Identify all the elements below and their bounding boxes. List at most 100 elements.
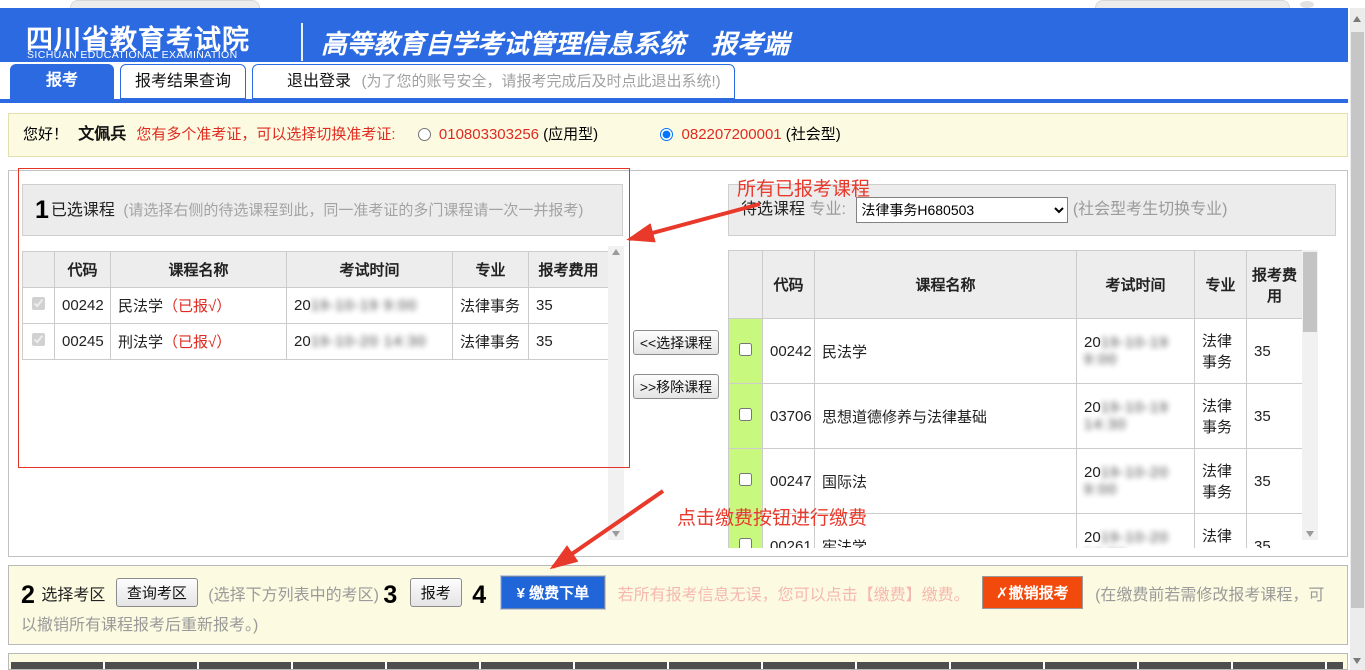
step2-number: 2 — [21, 581, 35, 609]
ticket-option-2: 082207200001 (社会型) — [660, 126, 840, 143]
exam-time: 2019-10-20 14:30 — [1077, 514, 1195, 549]
course-fee: 35 — [1247, 514, 1303, 549]
scroll-down-icon[interactable] — [1353, 658, 1361, 664]
remove-course-button[interactable]: >>移除课程 — [633, 374, 719, 399]
selected-courses-header: 1已选课程 (请选择右侧的待选课程到此，同一准考证的多门课程请一次一并报考) — [22, 184, 623, 236]
course-fee: 35 — [529, 288, 609, 324]
course-fee: 35 — [1247, 449, 1303, 514]
system-title: 高等教育自学考试管理信息系统 报考端 — [321, 24, 789, 61]
major-select[interactable]: 法律事务H680503 — [856, 197, 1068, 223]
redacted-time: 19-10-20 14:30 — [311, 333, 427, 350]
header-divider — [301, 23, 303, 61]
row-checkbox[interactable] — [739, 473, 752, 486]
course-major: 法律事务 — [1195, 449, 1247, 514]
table-row: 00242 民法学（已报√） 2019-10-19 9:00 法律事务 35 — [23, 288, 609, 324]
exam-time: 2019-10-19 14:30 — [1077, 384, 1195, 449]
row-checkbox[interactable] — [32, 333, 45, 346]
step4-number: 4 — [472, 581, 486, 609]
row-checkbox[interactable] — [739, 538, 752, 549]
pay-order-button[interactable]: ¥ 缴费下单 — [501, 576, 606, 609]
ticket1-type: (应用型) — [543, 126, 598, 143]
major-column-header: 专业 — [453, 252, 529, 288]
ticket1-number: 010803303256 — [439, 126, 539, 143]
tab-apply[interactable]: 报考 — [10, 64, 114, 99]
exam-time: 2019-10-20 14:30 — [287, 324, 453, 360]
course-code: 00242 — [55, 288, 111, 324]
course-code: 00245 — [55, 324, 111, 360]
course-name: 民法学 — [815, 319, 1077, 384]
selected-courses-title: 已选课程 — [51, 202, 115, 219]
ticket1-radio[interactable] — [418, 128, 431, 141]
exam-area-table-header-clipped — [11, 662, 1343, 670]
redacted-time: 19-10-19 9:00 — [311, 297, 417, 314]
course-code: 03706 — [763, 384, 815, 449]
greeting-text: 您好！ — [23, 126, 68, 143]
scroll-up-icon[interactable] — [1353, 16, 1361, 22]
scrollbar-thumb[interactable] — [1351, 32, 1364, 608]
code-column-header: 代码 — [55, 252, 111, 288]
app-header: 四川省教育考试院 SICHUAN EDUCATIONAL EXAMINATION… — [0, 8, 1348, 62]
tabbar-underline — [0, 99, 1348, 103]
scroll-up-icon[interactable] — [612, 249, 620, 255]
course-major: 法律事务 — [1195, 384, 1247, 449]
exam-time: 2019-10-19 9:00 — [287, 288, 453, 324]
time-column-header: 考试时间 — [1077, 251, 1195, 319]
annotation-pay-hint: 点击缴费按钮进行缴费 — [677, 503, 867, 530]
notice-bar: 您好！ 文佩兵 您有多个准考证，可以选择切换准考证: 010803303256 … — [8, 113, 1348, 157]
row-checkbox[interactable] — [739, 408, 752, 421]
exam-time: 2019-10-20 9:00 — [1077, 449, 1195, 514]
table-row: 00245 刑法学（已报√） 2019-10-20 14:30 法律事务 35 — [23, 324, 609, 360]
table-header-row: 代码 课程名称 考试时间 专业 报考费用 — [23, 252, 609, 288]
pay-confirmation-hint: 若所有报考信息无误，您可以点击【缴费】缴费。 — [618, 587, 970, 604]
course-major: 法律事务 — [453, 324, 529, 360]
scroll-down-icon[interactable] — [1306, 531, 1314, 537]
major-label: 专业: — [809, 201, 845, 218]
tab-results-query[interactable]: 报考结果查询 — [120, 64, 246, 99]
selected-courses-table: 代码 课程名称 考试时间 专业 报考费用 00242 民法学（已报√） 2019… — [22, 251, 609, 360]
exam-registration-page: 四川省教育考试院 SICHUAN EDUCATIONAL EXAMINATION… — [0, 0, 1365, 670]
reported-status: （已报√） — [163, 334, 231, 351]
course-column-header: 课程名称 — [815, 251, 1077, 319]
row-checkbox[interactable] — [32, 297, 45, 310]
page-scrollbar[interactable] — [1350, 8, 1365, 670]
browser-chrome-dot — [1300, 1, 1314, 8]
exam-area-section-clipped — [8, 653, 1348, 670]
select-area-hint: (选择下方列表中的考区) — [208, 587, 379, 604]
major-switch-hint: (社会型考生切换专业) — [1073, 201, 1228, 218]
checkbox-column-header — [729, 251, 763, 319]
tab-logout[interactable]: 退出登录 (为了您的账号安全，请报考完成后及时点此退出系统!) — [252, 64, 735, 99]
table-header-row: 代码 课程名称 考试时间 专业 报考费用 — [729, 251, 1303, 319]
footer-action-bar: 2 选择考区 查询考区 (选择下方列表中的考区) 3 报考 4 ¥ 缴费下单 若… — [8, 565, 1348, 645]
available-courses-title: 待选课程 — [741, 201, 805, 218]
browser-tab-remnant — [70, 0, 260, 8]
course-fee: 35 — [1247, 384, 1303, 449]
query-area-button[interactable]: 查询考区 — [116, 578, 198, 607]
scroll-down-icon[interactable] — [612, 531, 620, 537]
available-table-scrollbar[interactable] — [1302, 250, 1318, 540]
selected-table-scrollbar[interactable] — [608, 246, 624, 540]
browser-tab-remnant — [1095, 0, 1290, 8]
scrollbar-thumb[interactable] — [1303, 252, 1317, 332]
select-course-button[interactable]: <<选择课程 — [633, 330, 719, 355]
user-name: 文佩兵 — [78, 126, 126, 143]
row-checkbox[interactable] — [739, 343, 752, 356]
apply-button[interactable]: 报考 — [410, 578, 462, 607]
checkbox-column-header — [23, 252, 55, 288]
exam-time: 2019-10-19 9:00 — [1077, 319, 1195, 384]
course-name: 刑法学（已报√） — [111, 324, 287, 360]
code-column-header: 代码 — [763, 251, 815, 319]
multi-ticket-message: 您有多个准考证，可以选择切换准考证: — [136, 126, 395, 143]
course-major: 法律事务 — [453, 288, 529, 324]
ticket2-number: 082207200001 — [682, 126, 782, 143]
course-code: 00242 — [763, 319, 815, 384]
select-area-label: 选择考区 — [41, 587, 105, 604]
annotation-reported-courses: 所有已报考课程 — [737, 174, 870, 201]
step1-number: 1 — [35, 196, 49, 224]
ticket2-radio[interactable] — [660, 128, 673, 141]
cancel-registration-button[interactable]: ✗撤销报考 — [982, 576, 1083, 609]
logout-safety-hint: (为了您的账号安全，请报考完成后及时点此退出系统!) — [361, 73, 720, 90]
course-fee: 35 — [1247, 319, 1303, 384]
course-column-header: 课程名称 — [111, 252, 287, 288]
fee-column-header: 报考费用 — [1247, 251, 1303, 319]
fee-column-header: 报考费用 — [529, 252, 609, 288]
